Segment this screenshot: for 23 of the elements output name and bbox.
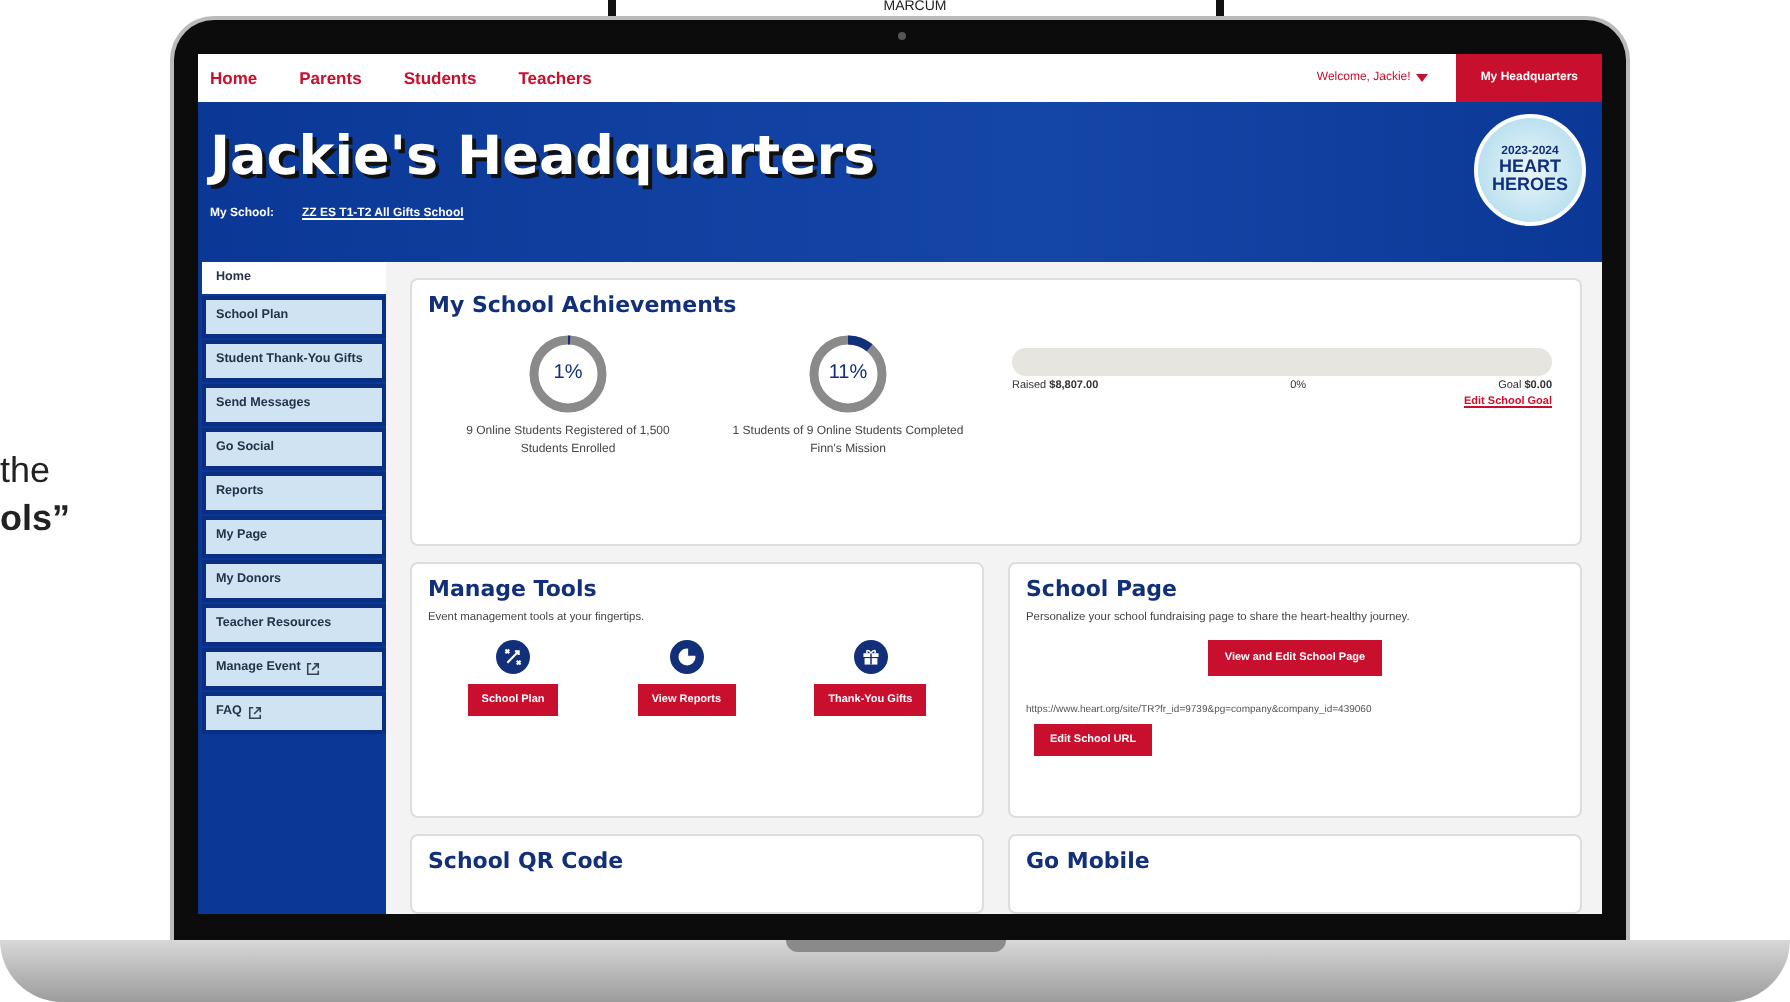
caption-text: the [0, 448, 53, 494]
card-title: My School Achievements [428, 292, 739, 318]
nav-link[interactable]: Students [403, 54, 477, 102]
card-title: Go Mobile [1026, 848, 1152, 874]
external-link-icon [247, 706, 262, 720]
progress-ring [804, 330, 892, 418]
external-link-icon [306, 662, 321, 676]
camera-icon [898, 32, 906, 40]
nav-link[interactable]: Home [210, 54, 258, 102]
nav-link[interactable]: Teachers [518, 54, 592, 102]
caret-icon [1416, 74, 1429, 82]
ring-value: 1% [551, 362, 585, 384]
card-title: School Page [1026, 576, 1180, 602]
ring-value: 11% [826, 362, 870, 384]
gift-icon [853, 640, 888, 674]
strategy-icon [496, 640, 531, 674]
caption-text: ols” [0, 496, 73, 542]
nav-link[interactable]: Parents [299, 54, 362, 102]
card-title: Manage Tools [428, 576, 599, 602]
progress-ring [524, 330, 612, 418]
card-title: School QR Code [428, 848, 626, 874]
page-title: Jackie's Headquarters [210, 126, 876, 188]
pie-chart-icon [669, 640, 704, 674]
